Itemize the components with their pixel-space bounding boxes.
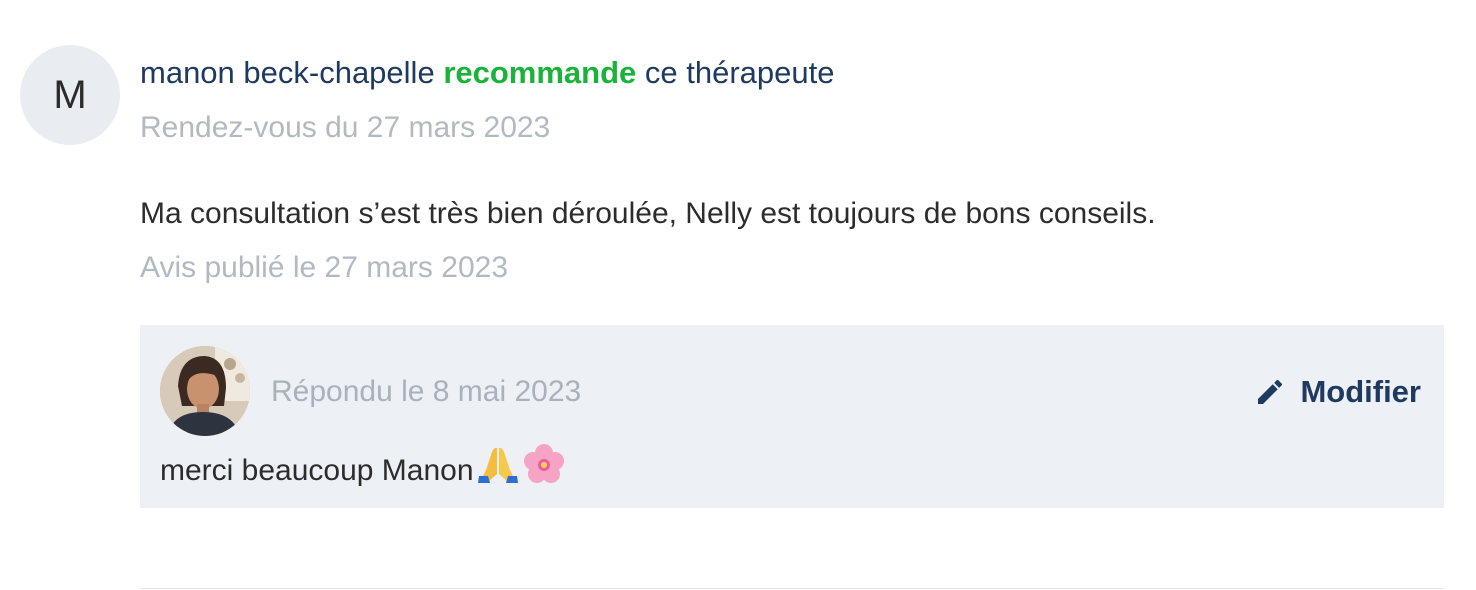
review-card: M manon beck-chapelle recommande ce thér… (0, 0, 1476, 590)
praying-hands-emoji-icon (476, 444, 520, 497)
reply-message: merci beaucoup Manon (160, 443, 566, 498)
published-date: Avis publié le 27 mars 2023 (140, 251, 508, 284)
therapist-avatar (160, 346, 250, 436)
edit-reply-button[interactable]: Modifier (1254, 372, 1421, 412)
avatar-initial: M (53, 72, 87, 117)
appointment-date: Rendez-vous du 27 mars 2023 (140, 111, 551, 144)
pencil-icon (1254, 376, 1286, 408)
reply-text: merci beaucoup Manon (160, 453, 474, 487)
reply-date: Répondu le 8 mai 2023 (271, 375, 582, 408)
edit-label: Modifier (1300, 374, 1421, 409)
author-avatar: M (20, 45, 120, 145)
divider (140, 588, 1444, 589)
recommend-suffix: ce thérapeute (644, 55, 835, 90)
review-headline: manon beck-chapelle recommande ce thérap… (140, 52, 835, 94)
author-name: manon beck-chapelle (140, 55, 435, 90)
recommend-label: recommande (443, 55, 637, 90)
cherry-blossom-emoji-icon (522, 443, 566, 498)
therapist-reply: Répondu le 8 mai 2023 Modifier merci bea… (140, 325, 1444, 508)
review-text: Ma consultation s’est très bien déroulée… (140, 197, 1156, 230)
